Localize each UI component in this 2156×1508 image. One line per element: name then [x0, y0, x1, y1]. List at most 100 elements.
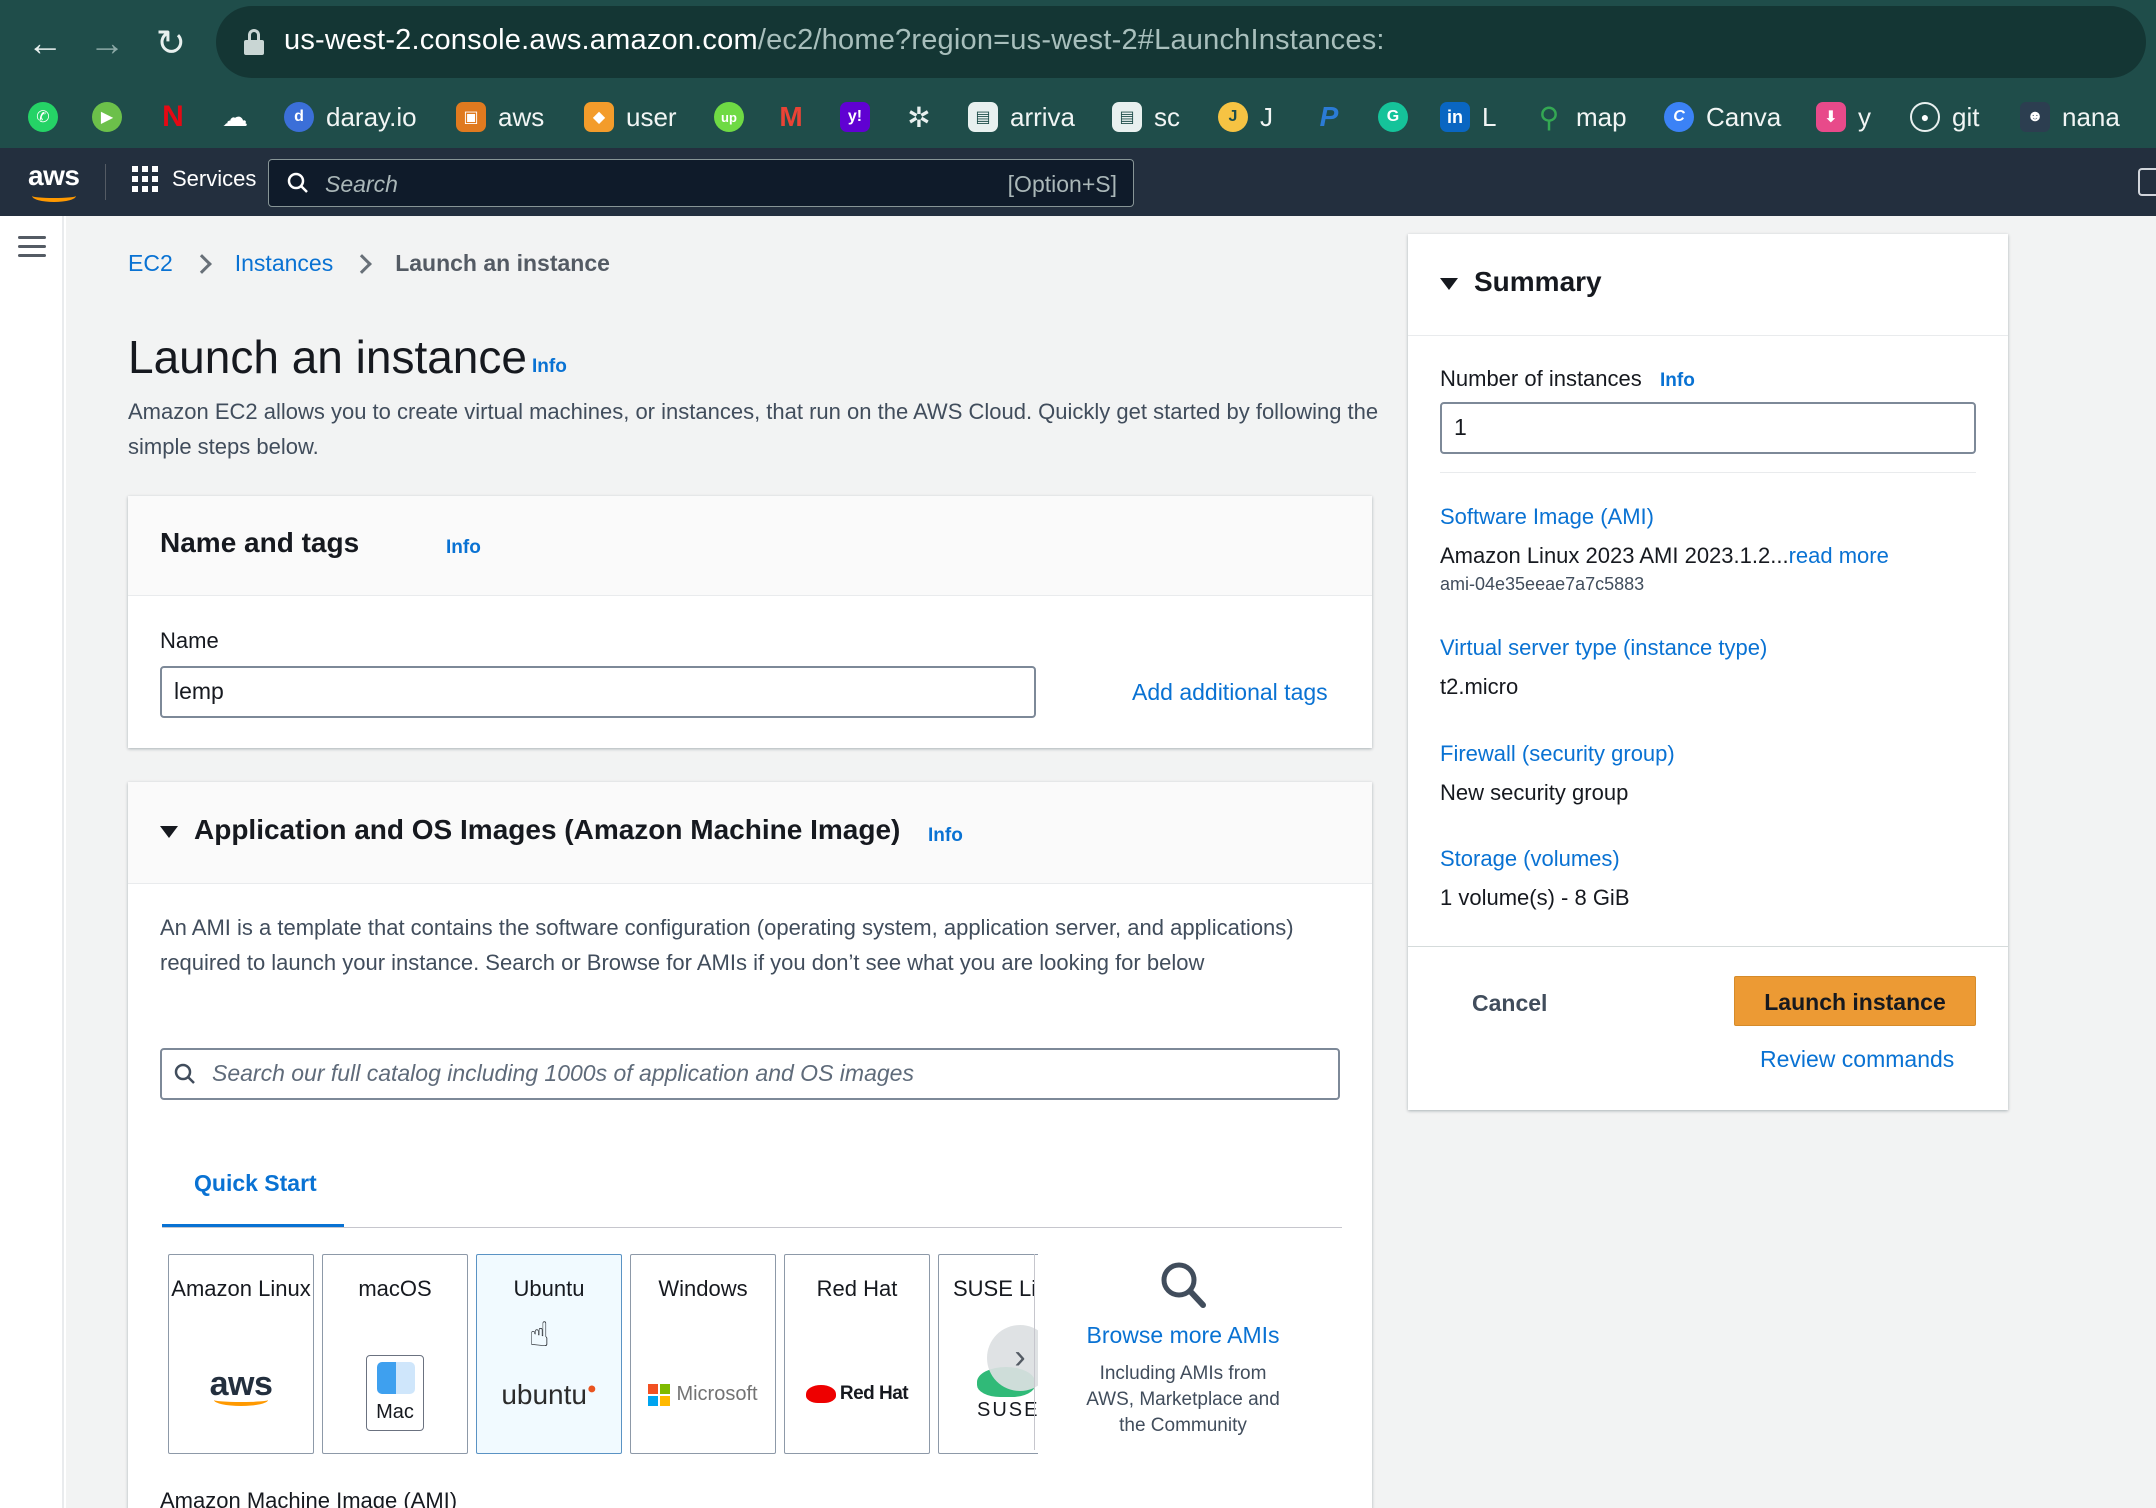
os-card-windows[interactable]: Windows Microsoft: [630, 1254, 776, 1454]
ubuntu-logo-icon: ubuntu●: [501, 1379, 597, 1410]
bookmark-yahoo[interactable]: y!: [840, 98, 870, 136]
os-card-suse[interactable]: SUSE Li SUSE ›: [938, 1254, 1038, 1454]
bookmark-linkedin[interactable]: in L: [1440, 98, 1496, 136]
browse-divider: [1034, 1254, 1035, 1450]
page-info-link[interactable]: Info: [532, 356, 567, 378]
bookmark-y[interactable]: ⬇ y: [1816, 98, 1871, 136]
address-bar[interactable]: us-west-2.console.aws.amazon.com/ec2/hom…: [216, 6, 2146, 78]
breadcrumb-ec2[interactable]: EC2: [128, 250, 173, 277]
forward-arrow-icon[interactable]: →: [82, 18, 132, 68]
browser-toolbar: ← → ↻ us-west-2.console.aws.amazon.com/e…: [0, 0, 2156, 148]
summary-title: Summary: [1474, 266, 1602, 297]
main-content: EC2 Instances Launch an instance Launch …: [66, 216, 2156, 1508]
bookmark-grammarly[interactable]: G: [1378, 98, 1408, 136]
back-arrow-icon[interactable]: ←: [20, 18, 70, 68]
browse-more-amis-link[interactable]: Browse more AMIs: [1074, 1322, 1292, 1349]
firewall-value: New security group: [1440, 780, 1629, 805]
document-icon: ▤: [968, 102, 998, 132]
instance-type-link[interactable]: Virtual server type (instance type): [1440, 635, 1767, 661]
summary-header[interactable]: Summary: [1408, 234, 2008, 336]
play-icon: ▶: [92, 102, 122, 132]
browse-more-amis[interactable]: Browse more AMIs Including AMIs from AWS…: [1074, 1260, 1292, 1456]
instances-label: Number of instances: [1440, 366, 1642, 391]
paypal-icon: P: [1319, 101, 1339, 132]
divider: [1408, 946, 2008, 947]
name-and-tags-panel: Name and tags Info Name lemp Add additio…: [128, 496, 1372, 748]
bookmark-git[interactable]: ● git: [1910, 98, 1979, 136]
page-title: Launch an instance: [128, 331, 527, 383]
search-icon: [174, 1063, 195, 1084]
bookmark-cloud[interactable]: ☁: [220, 98, 250, 136]
document-icon: ▤: [1112, 102, 1142, 132]
bookmark-chatgpt[interactable]: ✲: [904, 98, 934, 136]
ami-info-link[interactable]: Info: [928, 825, 963, 847]
number-of-instances-input[interactable]: 1: [1440, 402, 1976, 454]
add-additional-tags-link[interactable]: Add additional tags: [1132, 679, 1328, 706]
github-icon: ●: [1910, 102, 1940, 132]
yahoo-icon: y!: [840, 102, 870, 132]
bookmark-whatsapp[interactable]: ✆: [28, 98, 58, 136]
bookmark-user[interactable]: ◆ user: [584, 98, 677, 136]
name-input[interactable]: lemp: [160, 666, 1036, 718]
ami-description: An AMI is a template that contains the s…: [160, 915, 1294, 975]
bookmark-j[interactable]: JJ: [1218, 98, 1273, 136]
aws-console-nav: aws Services Search [Option+S]: [0, 148, 2156, 216]
summary-panel: Summary Number of instances Info 1 Softw…: [1408, 234, 2008, 1110]
canva-icon: C: [1664, 102, 1694, 132]
bookmark-canva[interactable]: C Canva: [1664, 98, 1781, 136]
bookmark-arriva[interactable]: ▤ arriva: [968, 98, 1075, 136]
ami-panel: Application and OS Images (Amazon Machin…: [128, 782, 1372, 1508]
services-menu-button[interactable]: Services: [132, 166, 256, 192]
caret-down-icon: [1440, 278, 1458, 290]
storage-link[interactable]: Storage (volumes): [1440, 846, 1620, 872]
ami-section-label: Amazon Machine Image (AMI): [160, 1488, 458, 1508]
aws-logo-icon: aws: [169, 1365, 313, 1406]
bookmark-aws[interactable]: ▣ aws: [456, 98, 544, 136]
bookmark-upwork[interactable]: up: [714, 98, 744, 136]
os-card-ubuntu[interactable]: Ubuntu ubuntu● ☝: [476, 1254, 622, 1454]
launch-instance-button[interactable]: Launch instance: [1734, 976, 1976, 1026]
firewall-link[interactable]: Firewall (security group): [1440, 741, 1675, 767]
instances-info-link[interactable]: Info: [1660, 370, 1695, 392]
software-image-link[interactable]: Software Image (AMI): [1440, 504, 1654, 530]
chatgpt-icon: ✲: [907, 101, 931, 133]
ami-search-input[interactable]: Search our full catalog including 1000s …: [160, 1048, 1340, 1100]
os-card-amazon-linux[interactable]: Amazon Linux aws: [168, 1254, 314, 1454]
name-tags-info-link[interactable]: Info: [446, 537, 481, 559]
bookmark-paypal[interactable]: P: [1314, 98, 1344, 136]
aws-logo[interactable]: aws: [28, 160, 84, 202]
bookmark-play[interactable]: ▶: [92, 98, 122, 136]
os-card-red-hat[interactable]: Red Hat Red Hat: [784, 1254, 930, 1454]
nana-icon: ☻: [2020, 102, 2050, 132]
download-icon: ⬇: [1816, 102, 1846, 132]
ami-title: Application and OS Images (Amazon Machin…: [194, 814, 901, 845]
breadcrumb-instances[interactable]: Instances: [235, 250, 333, 277]
hamburger-menu-icon[interactable]: [18, 236, 46, 258]
bookmark-gmail[interactable]: M: [776, 98, 806, 136]
bookmark-sc[interactable]: ▤ sc: [1112, 98, 1180, 136]
linkedin-icon: in: [1440, 102, 1470, 132]
chevron-right-icon: [352, 253, 373, 274]
read-more-link[interactable]: read more: [1789, 543, 1889, 568]
cancel-button[interactable]: Cancel: [1472, 990, 1547, 1017]
bookmark-netflix[interactable]: N: [158, 98, 188, 136]
review-commands-link[interactable]: Review commands: [1760, 1046, 1954, 1073]
breadcrumb-current: Launch an instance: [395, 250, 610, 276]
url-text[interactable]: us-west-2.console.aws.amazon.com/ec2/hom…: [284, 24, 1385, 57]
console-search-input[interactable]: Search [Option+S]: [268, 159, 1134, 207]
tab-quick-start[interactable]: Quick Start: [194, 1170, 317, 1197]
cloudshell-icon[interactable]: [2138, 168, 2156, 196]
nav-divider: [105, 164, 106, 200]
os-card-macos[interactable]: macOS Mac: [322, 1254, 468, 1454]
bookmark-nana[interactable]: ☻ nana: [2020, 98, 2120, 136]
bookmark-map[interactable]: ⚲ map: [1534, 98, 1627, 136]
microsoft-logo-icon: Microsoft: [631, 1383, 775, 1406]
reload-icon[interactable]: ↻: [146, 18, 196, 68]
gmail-icon: M: [779, 101, 803, 132]
ami-id: ami-04e35eeae7a7c5883: [1440, 574, 1645, 594]
j-icon: J: [1218, 102, 1248, 132]
upwork-icon: up: [714, 102, 744, 132]
tab-divider: [162, 1227, 1342, 1228]
panel-header[interactable]: Application and OS Images (Amazon Machin…: [128, 782, 1372, 884]
bookmark-daray[interactable]: d daray.io: [284, 98, 417, 136]
